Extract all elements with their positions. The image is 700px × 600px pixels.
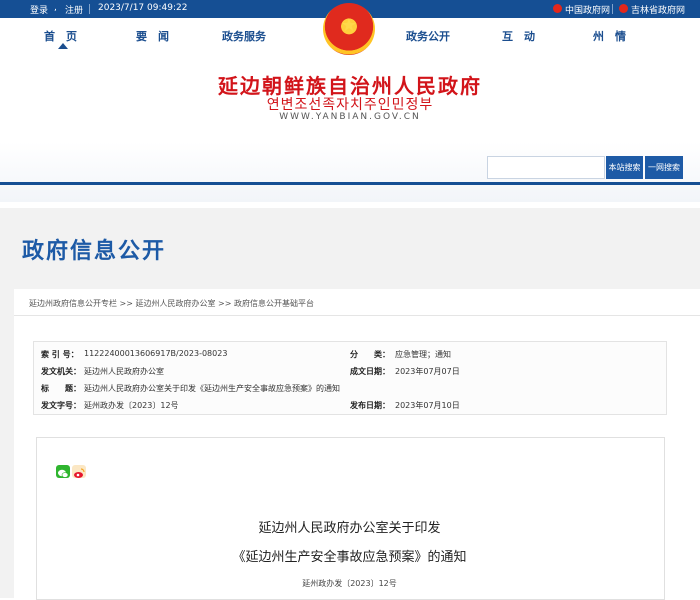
published-date-value: 2023年07月10日 — [395, 401, 460, 410]
nav-disclosure[interactable]: 政务公开 — [406, 28, 450, 44]
section-title: 政府信息公开 — [22, 239, 167, 264]
index-value: 11222400013606917B/2023-08023 — [84, 349, 228, 358]
weibo-share-icon[interactable] — [72, 465, 86, 478]
login-link[interactable]: 登录 — [30, 3, 48, 16]
divider — [612, 4, 613, 14]
nav-prefecture[interactable]: 州 情 — [593, 28, 626, 44]
jilin-gov-icon — [619, 4, 628, 13]
banner: 延边朝鲜族自治州人民政府 연변조선족자치주인민정부 WWW.YANBIAN.GO… — [0, 52, 700, 202]
nav-home[interactable]: 首 页 — [44, 28, 77, 44]
title-value: 延边州人民政府办公室关于印发《延边州生产安全事故应急预案》的通知 — [84, 384, 340, 393]
jilin-gov-link[interactable]: 吉林省政府网 — [631, 3, 685, 16]
divider — [89, 4, 90, 14]
created-date-label: 成文日期： — [350, 367, 390, 376]
title-label: 标 题： — [41, 384, 81, 393]
document-number: 延州政办发〔2023〕12号 — [302, 579, 397, 588]
category-value: 应急管理；通知 — [395, 350, 451, 359]
nav-services[interactable]: 政务服务 — [222, 28, 266, 44]
breadcrumb[interactable]: 延边州政府信息公开专栏 >> 延边州人民政府办公室 >> 政府信息公开基础平台 — [29, 298, 314, 309]
document-title-line1: 延边州人民政府办公室关于印发 — [258, 521, 441, 536]
site-search-button[interactable]: 本站搜索 — [606, 156, 643, 179]
nav-news[interactable]: 要 闻 — [136, 28, 169, 44]
document-title-line2: 《延边州生产安全事故应急预案》的通知 — [232, 550, 467, 565]
china-gov-icon — [553, 4, 562, 13]
header-divider — [0, 182, 700, 185]
category-label: 分 类： — [350, 350, 390, 359]
datetime: 2023/7/17 09:49:22 — [98, 3, 188, 13]
national-emblem-icon: ★ — [323, 3, 375, 55]
issuer-value: 延边州人民政府办公室 — [84, 367, 164, 376]
issuer-label: 发文机关： — [41, 367, 81, 376]
wechat-share-icon[interactable] — [56, 465, 70, 478]
doc-number-label: 发文字号： — [41, 401, 81, 410]
register-link[interactable]: 注册 — [65, 3, 83, 16]
top-separator: , — [54, 3, 57, 13]
index-label: 索 引 号： — [41, 350, 79, 359]
global-search-button[interactable]: 一网搜索 — [645, 156, 683, 179]
active-nav-indicator — [58, 43, 68, 49]
nav-interaction[interactable]: 互 动 — [502, 28, 535, 44]
document-metadata: 索 引 号： 11222400013606917B/2023-08023 分 类… — [33, 341, 667, 415]
china-gov-link[interactable]: 中国政府网 — [565, 3, 610, 16]
doc-number-value: 延州政办发〔2023〕12号 — [84, 401, 179, 410]
published-date-label: 发布日期： — [350, 401, 390, 410]
breadcrumb-divider — [14, 315, 700, 316]
search-input[interactable] — [487, 156, 605, 179]
created-date-value: 2023年07月07日 — [395, 367, 460, 376]
site-title-korean: 연변조선족자치주인민정부 — [266, 97, 434, 113]
site-url: WWW.YANBIAN.GOV.CN — [279, 112, 421, 122]
